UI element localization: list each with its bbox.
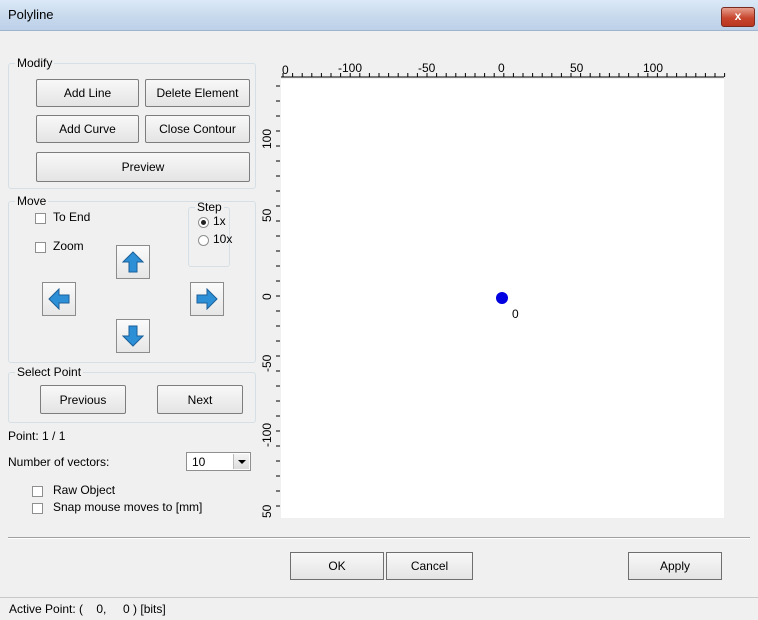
step-10x-label: 10x	[213, 232, 233, 246]
move-down-button[interactable]	[116, 319, 150, 353]
move-legend: Move	[17, 194, 47, 208]
preview-button[interactable]: Preview	[36, 152, 250, 182]
footer-separator	[8, 537, 750, 539]
vectors-select[interactable]: 10	[186, 452, 251, 471]
apply-button[interactable]: Apply	[628, 552, 722, 580]
status-text: Active Point: ( 0, 0 ) [bits]	[9, 602, 166, 616]
arrow-right-icon	[196, 288, 218, 310]
select-point-legend: Select Point	[17, 365, 82, 379]
arrow-down-icon	[122, 325, 144, 347]
arrow-up-icon	[122, 251, 144, 273]
move-right-button[interactable]	[190, 282, 224, 316]
step-1x-radio[interactable]	[198, 217, 209, 228]
add-line-button[interactable]: Add Line	[36, 79, 139, 107]
step-legend: Step	[197, 200, 222, 214]
vectors-value: 10	[192, 455, 206, 469]
close-button[interactable]: x	[721, 7, 755, 27]
to-end-label: To End	[53, 210, 91, 224]
move-up-button[interactable]	[116, 245, 150, 279]
raw-object-label: Raw Object	[53, 483, 116, 497]
zoom-checkbox[interactable]	[35, 242, 46, 253]
snap-label: Snap mouse moves to [mm]	[53, 500, 203, 514]
next-button[interactable]: Next	[157, 385, 243, 414]
delete-element-button[interactable]: Delete Element	[145, 79, 250, 107]
status-bar: Active Point: ( 0, 0 ) [bits]	[0, 597, 758, 620]
title-bar: Polyline x	[0, 0, 758, 31]
close-contour-button[interactable]: Close Contour	[145, 115, 250, 143]
arrow-left-icon	[48, 288, 70, 310]
raw-object-checkbox[interactable]	[32, 486, 43, 497]
snap-checkbox[interactable]	[32, 503, 43, 514]
cancel-button[interactable]: Cancel	[386, 552, 473, 580]
point-counter: Point: 1 / 1	[8, 429, 66, 443]
previous-button[interactable]: Previous	[40, 385, 126, 414]
ok-button[interactable]: OK	[290, 552, 384, 580]
add-curve-button[interactable]: Add Curve	[36, 115, 139, 143]
move-left-button[interactable]	[42, 282, 76, 316]
vectors-label: Number of vectors:	[8, 455, 110, 469]
zoom-label: Zoom	[53, 239, 84, 253]
chevron-down-icon[interactable]	[233, 454, 249, 469]
dialog-client: Modify Add Line Delete Element Add Curve…	[8, 31, 750, 593]
window-title: Polyline	[8, 7, 54, 22]
step-1x-label: 1x	[213, 214, 226, 228]
to-end-checkbox[interactable]	[35, 213, 46, 224]
modify-legend: Modify	[17, 56, 53, 70]
step-10x-radio[interactable]	[198, 235, 209, 246]
